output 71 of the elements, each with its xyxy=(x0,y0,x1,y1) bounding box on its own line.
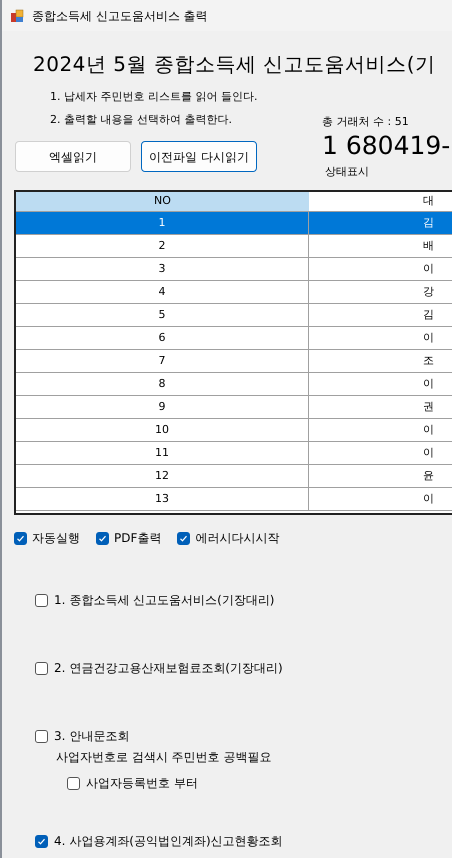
checkbox[interactable] xyxy=(35,834,48,848)
window-title: 종합소득세 신고도움서비스 출력 xyxy=(32,8,208,24)
table-cell-text: 권 xyxy=(422,398,435,415)
checkbox-label: PDF출력 xyxy=(114,530,162,547)
current-id: 1 680419- xyxy=(322,130,450,160)
table-cell: 5 xyxy=(16,304,309,326)
table-cell: 12 xyxy=(16,465,309,487)
table-cell-text: 이 xyxy=(422,376,435,392)
checkbox-label: 2. 연금건강고용산재보험료조회(기장대리) xyxy=(54,660,283,677)
table-cell-text: 이 xyxy=(422,330,435,346)
table-cell-text: 이 xyxy=(422,260,435,277)
table-cell: 10 xyxy=(16,419,309,441)
checkbox-label: 1. 종합소득세 신고도움서비스(기장대리) xyxy=(54,592,274,609)
checkmark-icon xyxy=(16,534,25,542)
table-row[interactable]: 10 이 xyxy=(16,419,452,442)
table-row[interactable]: 13 이 xyxy=(16,488,452,511)
table-cell-text: 김 xyxy=(422,214,435,231)
table-cell-text: 조 xyxy=(422,352,435,369)
table-row[interactable]: 3 이 xyxy=(16,258,452,281)
table-cell: 9 xyxy=(16,396,309,418)
table-cell-text: 이 xyxy=(422,444,435,461)
checkmark-icon xyxy=(98,534,107,542)
table-row[interactable]: 4 강 xyxy=(16,281,452,304)
app-icon xyxy=(10,8,24,22)
heading: 2024년 5월 종합소득세 신고도움서비스(기 xyxy=(33,51,436,78)
table-row[interactable]: 1 김 xyxy=(16,212,452,235)
instruction-text: 1. 납세자 주민번호 리스트를 읽어 들인다. xyxy=(50,89,258,105)
checkbox[interactable] xyxy=(14,532,27,544)
note-text: 사업자번호로 검색시 주민번호 공백필요 xyxy=(56,749,272,766)
table-cell: 7 xyxy=(16,350,309,372)
table-cell: 2 xyxy=(16,235,309,257)
column-header[interactable]: NO xyxy=(16,192,309,211)
table-cell: 8 xyxy=(16,373,309,395)
table-row[interactable]: 7 조 xyxy=(16,350,452,373)
table-cell-text: 김 xyxy=(422,306,435,323)
checkbox[interactable] xyxy=(35,594,48,606)
table-cell-text: 배 xyxy=(422,238,435,254)
checkbox-label: 3. 안내문조회 xyxy=(54,728,130,745)
table-cell-text: 이 xyxy=(422,490,435,507)
checkmark-icon xyxy=(179,534,188,542)
instruction-text: 2. 출력할 내용을 선택하여 출력한다. xyxy=(50,112,232,128)
action-button[interactable]: 엑셀읽기 xyxy=(15,141,131,172)
table-cell-text: 윤 xyxy=(422,468,435,484)
table-cell-text: 강 xyxy=(422,284,435,300)
checkbox[interactable] xyxy=(177,532,190,544)
table-row[interactable]: 12 윤 xyxy=(16,465,452,488)
checkbox[interactable] xyxy=(35,730,48,742)
total-count: 총 거래처 수 : 51 xyxy=(322,114,410,130)
table-row[interactable]: 5 김 xyxy=(16,304,452,327)
checkbox[interactable] xyxy=(35,662,48,674)
table-cell: 6 xyxy=(16,327,309,349)
checkbox[interactable] xyxy=(96,532,109,544)
table-cell-text: 이 xyxy=(422,422,435,438)
table-row[interactable]: 11 이 xyxy=(16,442,452,465)
checkmark-icon xyxy=(37,836,46,846)
action-button[interactable]: 이전파일 다시읽기 xyxy=(141,141,257,172)
table-row[interactable]: 8 이 xyxy=(16,373,452,396)
table-row[interactable]: 9 권 xyxy=(16,396,452,419)
checkbox-label: 에러시다시시작 xyxy=(195,530,280,547)
table-row[interactable]: 6 이 xyxy=(16,327,452,350)
table-cell: 1 xyxy=(16,212,309,234)
checkbox[interactable] xyxy=(67,776,80,790)
table-cell: 3 xyxy=(16,258,309,280)
checkbox-label: 사업자등록번호 부터 xyxy=(86,775,198,792)
table-row[interactable]: 2 배 xyxy=(16,235,452,258)
table-cell: 13 xyxy=(16,488,309,510)
checkbox-label: 자동실행 xyxy=(32,530,80,547)
table-cell: 4 xyxy=(16,281,309,303)
checkbox-label: 4. 사업용계좌(공익법인계좌)신고현황조회 xyxy=(54,833,283,850)
table-cell: 11 xyxy=(16,442,309,464)
status-text: 상태표시 xyxy=(325,164,370,180)
